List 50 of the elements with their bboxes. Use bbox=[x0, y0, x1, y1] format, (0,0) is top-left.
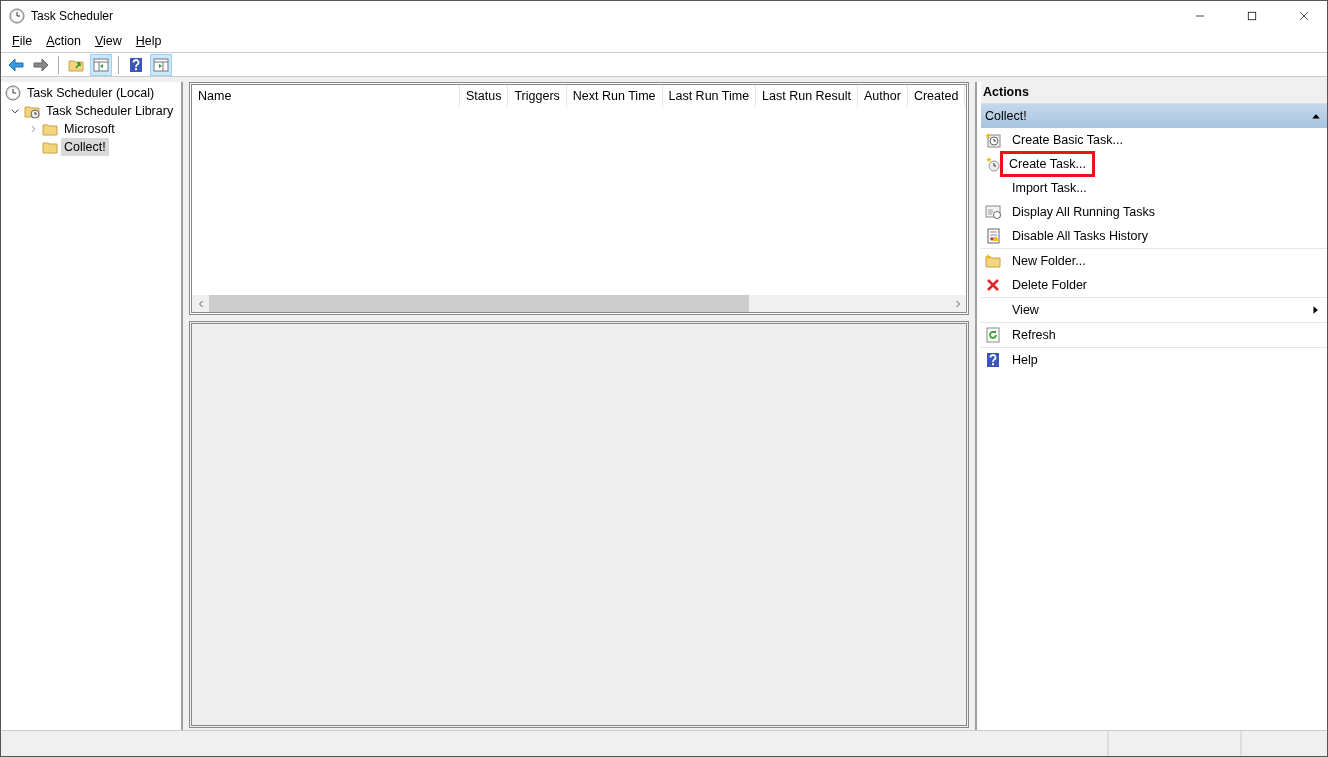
scroll-left-icon[interactable] bbox=[196, 299, 205, 308]
window-clock-icon bbox=[985, 204, 1001, 220]
column-header[interactable]: Next Run Time bbox=[566, 85, 663, 107]
notepad-icon bbox=[985, 228, 1001, 244]
forward-arrow-icon bbox=[33, 56, 49, 73]
toolbar-button[interactable] bbox=[150, 53, 172, 76]
action-link[interactable]: Refresh bbox=[1009, 321, 1059, 349]
menu-item[interactable]: Help bbox=[128, 32, 169, 51]
column-header[interactable]: Created bbox=[907, 85, 966, 107]
action-link[interactable]: Help bbox=[1009, 346, 1041, 374]
maximize-icon bbox=[1246, 10, 1258, 22]
tree-item[interactable]: Microsoft bbox=[61, 119, 118, 139]
refresh-icon bbox=[985, 327, 1001, 343]
menu-item[interactable]: Action bbox=[39, 32, 88, 51]
scroll-right-icon[interactable] bbox=[953, 299, 962, 308]
section-title: Collect! bbox=[985, 107, 1027, 125]
column-header[interactable]: Status bbox=[460, 85, 509, 107]
folder-icon bbox=[42, 139, 58, 155]
column-header[interactable]: Last Run Result bbox=[756, 85, 859, 107]
help-icon bbox=[128, 56, 144, 73]
column-header[interactable]: Triggers bbox=[508, 85, 567, 107]
expanded-caret-icon[interactable] bbox=[10, 106, 20, 116]
scrollbar-thumb[interactable] bbox=[209, 295, 750, 312]
pane-icon bbox=[153, 56, 169, 73]
tree-item[interactable]: Task Scheduler (Local) bbox=[24, 83, 158, 103]
tree-item[interactable]: Task Scheduler Library bbox=[43, 101, 177, 121]
actions-title: Actions bbox=[981, 82, 1327, 104]
delete-x-icon bbox=[985, 277, 1001, 293]
folder-star-icon bbox=[985, 253, 1001, 269]
action-link[interactable]: Create Task... bbox=[1000, 150, 1095, 178]
window-title: Task Scheduler bbox=[31, 8, 114, 25]
menu-item[interactable]: View bbox=[87, 32, 129, 51]
folder-clock-icon bbox=[24, 103, 40, 119]
back-arrow-icon bbox=[8, 56, 24, 73]
section-header[interactable]: Collect! bbox=[981, 104, 1327, 128]
close-icon bbox=[1298, 10, 1310, 22]
menu-item[interactable]: File bbox=[5, 32, 40, 51]
tree-item[interactable]: Collect! bbox=[61, 137, 109, 157]
column-header[interactable]: Author bbox=[858, 85, 908, 107]
column-header[interactable]: Name bbox=[192, 85, 460, 107]
clock-icon bbox=[5, 85, 21, 101]
pane-icon bbox=[93, 56, 109, 73]
clock-icon bbox=[9, 8, 25, 24]
folder-icon bbox=[42, 121, 58, 137]
column-header[interactable]: Last Run Time bbox=[662, 85, 757, 107]
collapsed-caret-icon[interactable] bbox=[28, 124, 38, 134]
clock-star-icon bbox=[985, 156, 1001, 172]
toolbar-button[interactable] bbox=[90, 53, 112, 76]
help-icon bbox=[985, 352, 1001, 368]
action-link[interactable]: View bbox=[1009, 296, 1042, 324]
